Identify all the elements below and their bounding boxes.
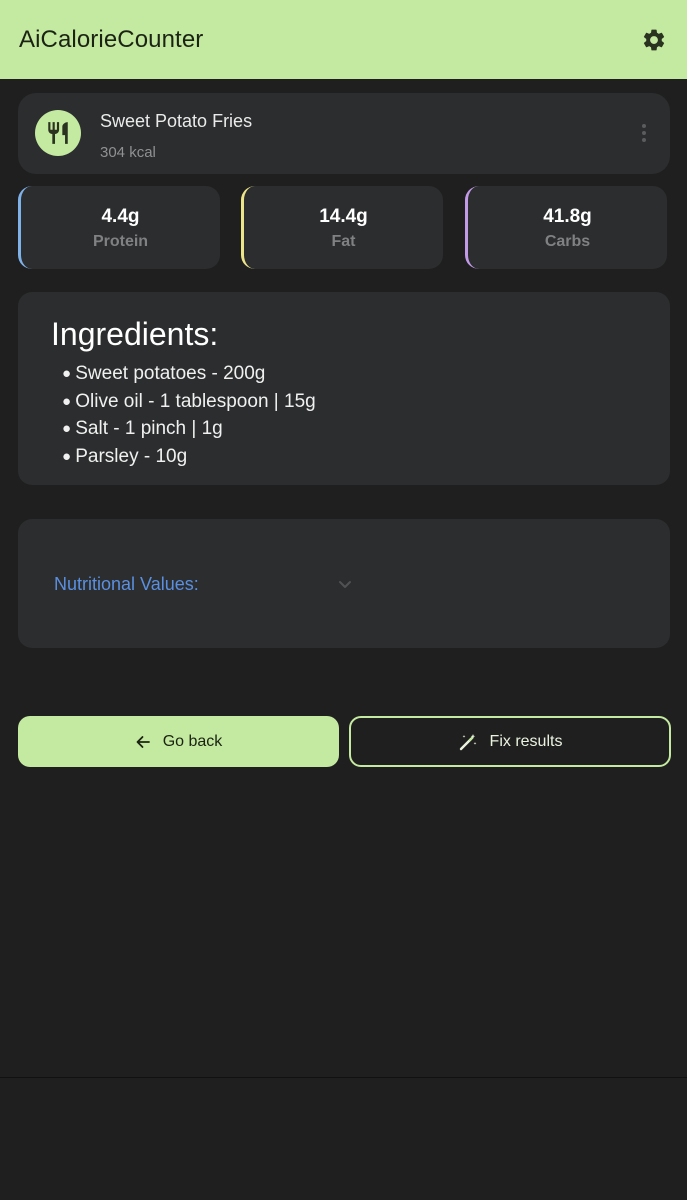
macro-protein: 4.4g Protein [18, 186, 220, 269]
more-vert-icon[interactable] [641, 123, 647, 143]
ingredient-item: Sweet potatoes - 200g [62, 360, 316, 388]
ingredient-item: Salt - 1 pinch | 1g [62, 415, 316, 443]
food-card[interactable]: Sweet Potato Fries 304 kcal [18, 93, 670, 174]
macro-value: 4.4g [101, 206, 140, 227]
ingredients-title: Ingredients: [51, 316, 219, 352]
restaurant-icon [48, 122, 68, 144]
ingredients-list: Sweet potatoes - 200g Olive oil - 1 tabl… [62, 360, 316, 471]
food-name: Sweet Potato Fries [100, 111, 253, 131]
ingredient-item: Parsley - 10g [62, 443, 316, 471]
macro-label: Fat [331, 233, 356, 250]
nutritional-values-label: Nutritional Values: [54, 574, 199, 594]
go-back-button[interactable]: Go back [18, 716, 339, 767]
macro-value: 41.8g [543, 206, 592, 227]
app-title: AiCalorieCounter [19, 25, 204, 53]
fix-results-label: Fix results [489, 732, 563, 750]
ingredients-card: Ingredients: Sweet potatoes - 200g Olive… [18, 292, 670, 485]
gear-icon[interactable] [641, 27, 667, 53]
macro-fat: 14.4g Fat [241, 186, 443, 269]
macro-label: Protein [92, 233, 149, 250]
magic-wand-icon [459, 733, 476, 750]
ingredient-item: Olive oil - 1 tablespoon | 15g [62, 388, 315, 416]
macro-carbs: 41.8g Carbs [465, 186, 667, 269]
nutritional-values-expander[interactable]: Nutritional Values: [18, 519, 670, 648]
chevron-down-icon[interactable] [337, 576, 353, 592]
top-app-bar: AiCalorieCounter [0, 0, 687, 79]
food-avatar [35, 110, 81, 156]
macro-value: 14.4g [319, 206, 368, 227]
food-calories: 304 kcal [100, 144, 156, 161]
go-back-label: Go back [162, 732, 223, 750]
arrow-back-icon [136, 735, 150, 748]
macro-label: Carbs [544, 233, 591, 250]
fix-results-button[interactable]: Fix results [349, 716, 671, 767]
bottom-divider [0, 1077, 687, 1078]
